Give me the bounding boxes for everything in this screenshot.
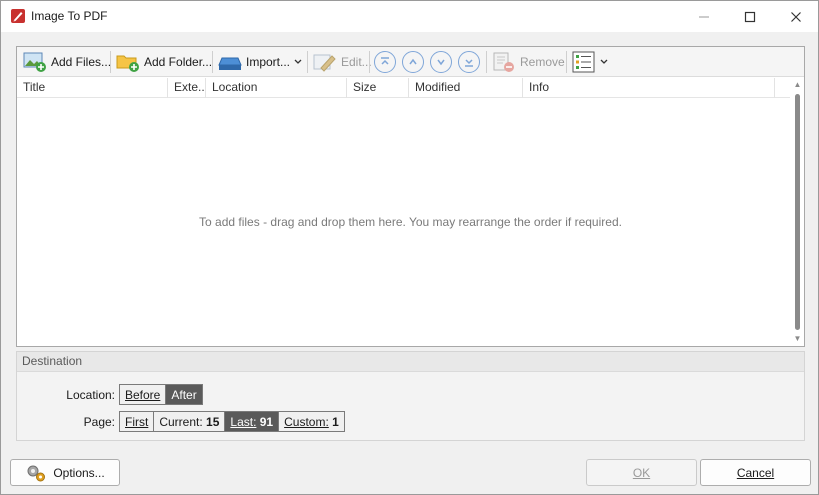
ok-label: OK [632,465,651,480]
list-view-icon [572,51,595,73]
toolbar-separator [486,51,487,73]
move-to-top-icon [381,57,389,65]
edit-button[interactable]: Edit... [309,49,376,75]
page-current-option[interactable]: Current: 15 [154,412,226,431]
add-folder-button[interactable]: Add Folder... [112,49,216,75]
options-button[interactable]: Options... [10,459,120,486]
remove-button[interactable]: Remove [488,49,569,75]
title-bar: Image To PDF [1,1,818,32]
page-custom-option[interactable]: Custom: 1 [279,412,344,431]
file-list-panel: Add Files... Add Folder... Import... Edi… [16,46,805,347]
add-files-label: Add Files... [51,55,112,69]
import-label: Import... [246,55,291,69]
move-up-button[interactable] [402,51,424,73]
scroll-down-icon[interactable]: ▼ [793,335,802,343]
page-first-option[interactable]: First [120,412,155,431]
remove-document-icon [493,52,514,72]
arrow-up-icon [409,58,417,65]
column-header-info[interactable]: Info [523,78,775,98]
toolbar-separator [566,51,567,73]
maximize-button[interactable] [727,1,773,32]
move-down-button[interactable] [430,51,452,73]
column-header-extension[interactable]: Exte... [168,78,206,98]
scrollbar-thumb[interactable] [795,94,800,330]
column-headers: Title Exte... Location Size Modified Inf… [17,78,804,98]
column-header-location[interactable]: Location [206,78,347,98]
column-header-size[interactable]: Size [347,78,409,98]
empty-list-hint: To add files - drag and drop them here. … [199,215,622,229]
arrow-down-icon [437,59,445,66]
add-folder-label: Add Folder... [144,55,213,69]
location-segmented-control: Before After [119,384,203,405]
ok-button[interactable]: OK [586,459,697,486]
cancel-label: Cancel [736,465,775,480]
add-folder-icon [116,55,139,72]
add-image-icon [23,52,46,72]
toolbar-separator [307,51,308,73]
maximize-icon [744,11,756,22]
view-options-dropdown-button[interactable] [568,49,612,75]
destination-group: Destination Location: Before After Page:… [16,351,805,441]
move-to-bottom-button[interactable] [458,51,480,73]
gears-icon [27,465,46,481]
destination-heading: Destination [17,352,804,372]
chevron-down-icon [294,59,302,64]
close-button[interactable] [773,1,819,32]
close-icon [791,11,801,22]
cancel-button[interactable]: Cancel [700,459,811,486]
page-label: Page: [83,415,115,429]
column-header-title[interactable]: Title [17,78,168,98]
import-drive-icon [218,57,242,70]
options-label: Options... [53,465,105,480]
window-title: Image To PDF [31,9,108,23]
chevron-down-icon [600,59,608,64]
toolbar: Add Files... Add Folder... Import... Edi… [17,47,804,77]
page-segmented-control: First Current: 15 Last: 91 Custom: 1 [119,411,345,432]
minimize-button[interactable] [681,1,727,32]
location-label: Location: [66,388,115,402]
minimize-icon [699,16,709,17]
vertical-scrollbar[interactable]: ▲ ▼ [790,78,804,346]
page-last-option[interactable]: Last: 91 [225,412,280,431]
import-dropdown-button[interactable]: Import... [214,49,306,75]
location-before-option[interactable]: Before [120,385,167,404]
image-to-pdf-dialog: Image To PDF Add Files... Add Folder... … [0,0,819,495]
toolbar-separator [110,51,111,73]
add-files-button[interactable]: Add Files... [19,49,115,75]
scroll-up-icon[interactable]: ▲ [793,81,802,89]
edit-pencil-icon [313,54,336,72]
edit-label: Edit... [341,55,372,69]
move-to-top-button[interactable] [374,51,396,73]
toolbar-separator [212,51,213,73]
toolbar-separator [369,51,370,73]
move-to-bottom-icon [465,59,473,67]
location-after-option[interactable]: After [166,385,202,404]
pdf-app-icon [11,9,25,23]
column-header-modified[interactable]: Modified [409,78,523,98]
remove-label: Remove [520,55,565,69]
